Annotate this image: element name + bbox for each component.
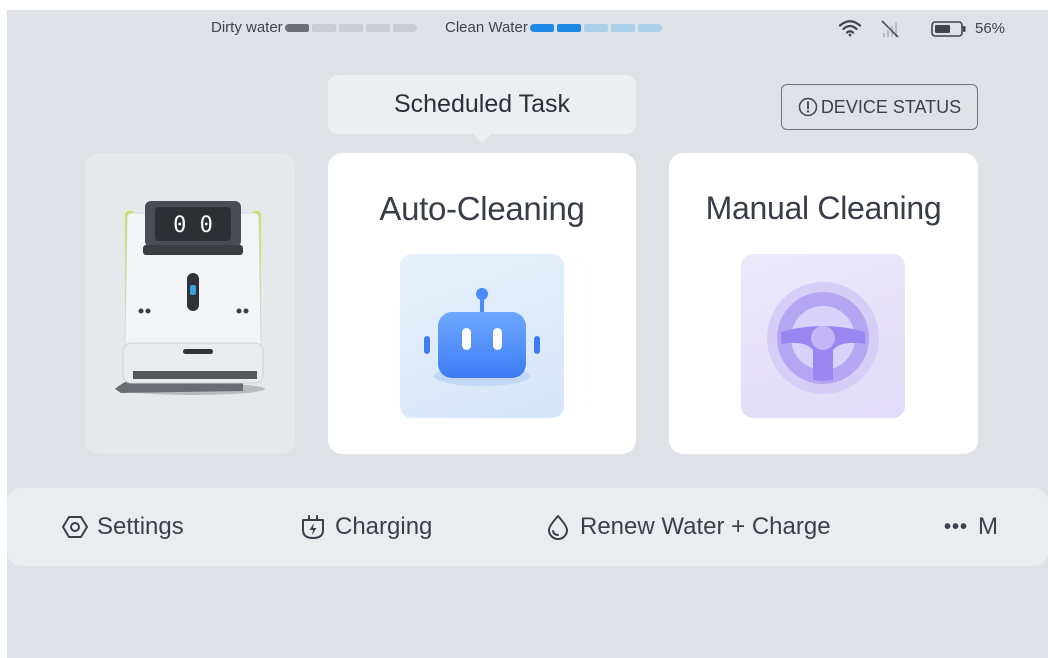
robot-preview-card: 0 0 xyxy=(85,153,295,454)
clean-water-level-bar xyxy=(529,23,662,32)
clean-water-segment xyxy=(637,23,662,32)
scheduled-task-label: Scheduled Task xyxy=(393,90,571,118)
clean-water-indicator: Clean Water xyxy=(445,19,662,36)
alert-icon xyxy=(798,97,818,117)
wifi-icon xyxy=(839,20,861,37)
status-bar: Dirty water Clean Water 56% xyxy=(7,10,1048,46)
dirty-water-segment xyxy=(338,23,363,32)
clean-water-segment xyxy=(529,23,554,32)
auto-cleaning-card[interactable]: Auto-Cleaning xyxy=(328,153,636,454)
settings-icon xyxy=(62,516,88,538)
settings-label: Settings xyxy=(97,513,184,540)
no-signal-icon xyxy=(881,20,899,38)
dirty-water-segment xyxy=(392,23,417,32)
manual-cleaning-tile xyxy=(741,254,905,418)
manual-cleaning-title: Manual Cleaning xyxy=(705,190,942,226)
device-status-label: DEVICE STATUS xyxy=(820,96,962,117)
charging-label: Charging xyxy=(335,513,433,540)
steering-wheel-icon xyxy=(767,282,879,394)
device-status-button[interactable]: DEVICE STATUS xyxy=(781,84,978,130)
svg-text:0 0: 0 0 xyxy=(173,213,213,238)
bottom-action-bar: Settings Charging Renew Water + Charge •… xyxy=(7,488,1048,566)
dirty-water-segment xyxy=(365,23,390,32)
more-label: M xyxy=(978,513,999,540)
auto-cleaning-title: Auto-Cleaning xyxy=(379,190,585,227)
more-dots-icon: ••• xyxy=(944,515,969,538)
charging-button[interactable]: Charging xyxy=(300,488,432,566)
renew-water-charge-button[interactable]: Renew Water + Charge xyxy=(545,488,831,566)
battery-icon xyxy=(931,20,966,37)
auto-cleaning-tile xyxy=(400,254,564,418)
robot-face-icon xyxy=(424,288,540,386)
scheduled-task-tooltip[interactable]: Scheduled Task xyxy=(328,75,636,143)
clean-water-label: Clean Water xyxy=(445,19,528,36)
main-screen: Dirty water Clean Water 56% Scheduled Ta… xyxy=(7,10,1048,658)
cleaning-robot-image: 0 0 xyxy=(115,201,265,395)
water-drop-icon xyxy=(548,515,568,540)
manual-cleaning-card[interactable]: Manual Cleaning xyxy=(669,153,978,454)
dirty-water-segment xyxy=(311,23,336,32)
clean-water-segment xyxy=(610,23,635,32)
more-button[interactable]: ••• M xyxy=(944,488,998,566)
dirty-water-level-bar xyxy=(284,23,417,32)
dirty-water-label: Dirty water xyxy=(211,19,283,36)
battery-status: 56% xyxy=(931,20,1005,37)
clean-water-segment xyxy=(583,23,608,32)
charging-plug-icon xyxy=(302,515,324,539)
clean-water-segment xyxy=(556,23,581,32)
renew-water-charge-label: Renew Water + Charge xyxy=(580,513,831,540)
battery-percentage: 56% xyxy=(975,20,1006,37)
settings-button[interactable]: Settings xyxy=(62,488,184,566)
dirty-water-indicator: Dirty water xyxy=(211,19,417,36)
dirty-water-segment xyxy=(284,23,309,32)
